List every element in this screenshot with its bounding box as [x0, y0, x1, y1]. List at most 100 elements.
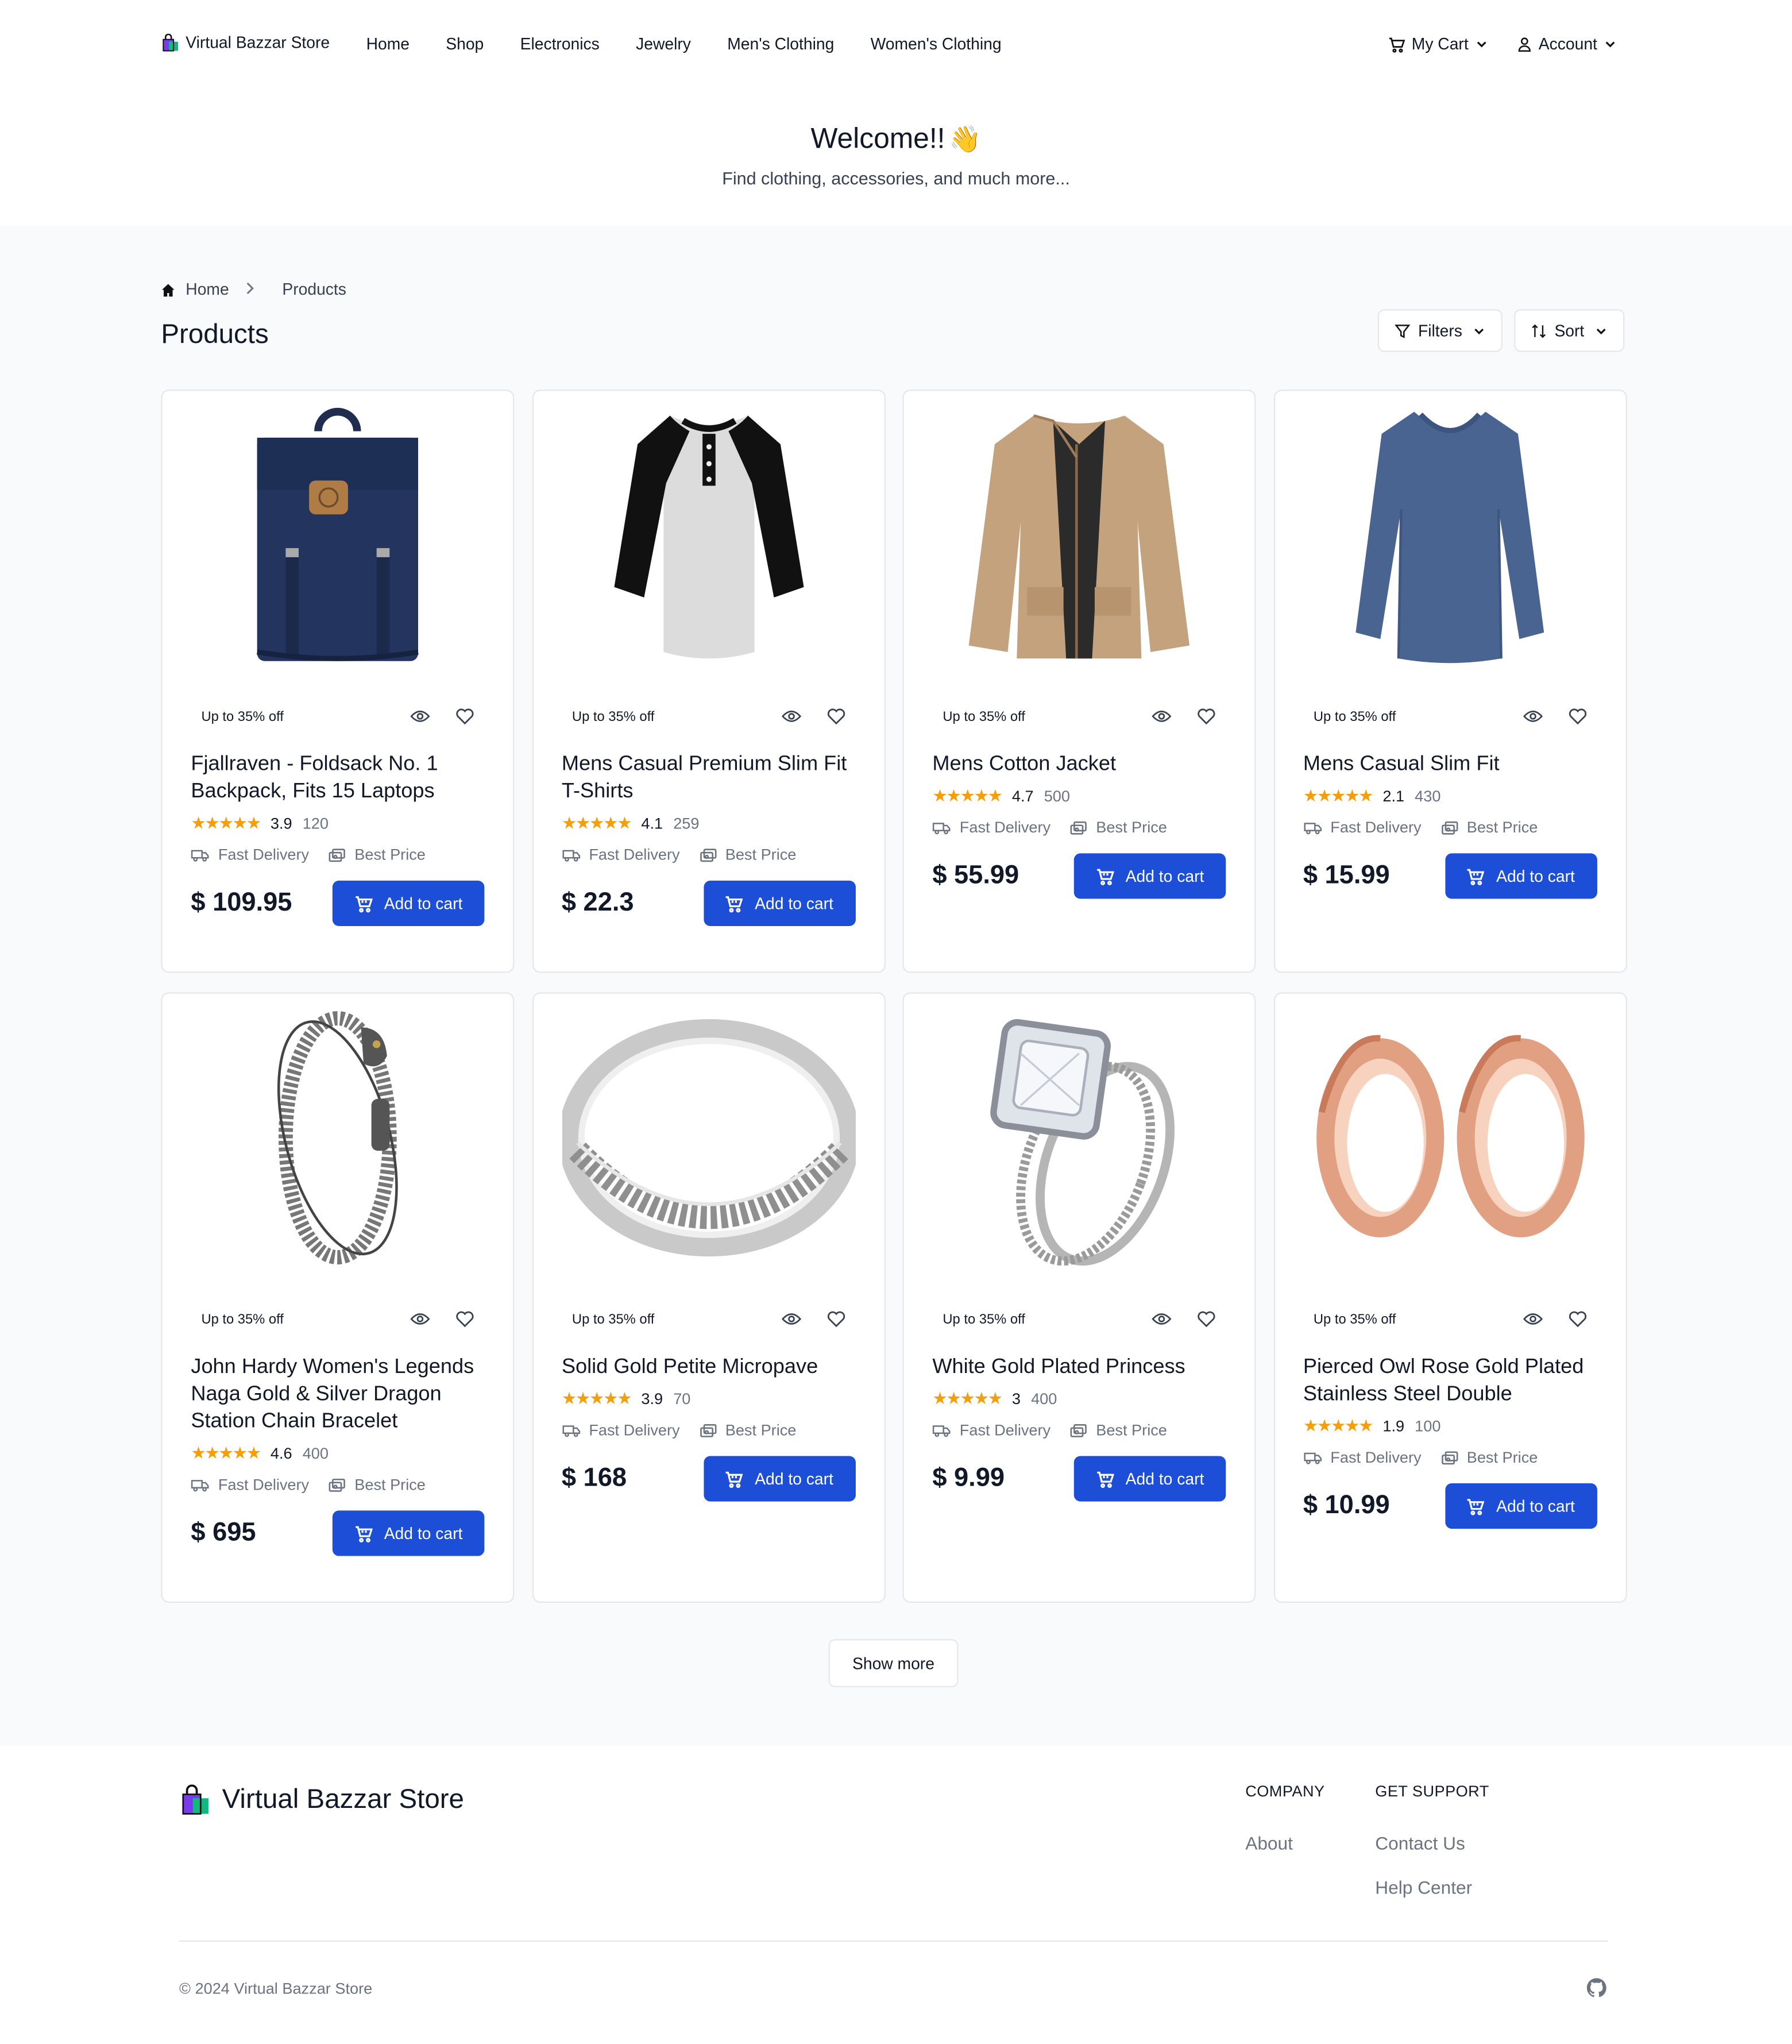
eye-icon[interactable]	[410, 1312, 430, 1326]
heart-icon[interactable]	[456, 708, 474, 725]
product-rating: ★★★★★ 4.6 400	[191, 1443, 484, 1464]
star-rating-icon: ★★★★★	[191, 1443, 261, 1463]
heart-icon[interactable]	[456, 1310, 474, 1328]
truck-icon	[1303, 1452, 1321, 1464]
footer-support-column: GET SUPPORT Contact Us Help Center	[1375, 1782, 1489, 1921]
product-image[interactable]	[561, 994, 855, 1282]
truck-icon	[191, 1479, 209, 1491]
cart-menu-button[interactable]: My Cart	[1388, 35, 1488, 53]
best-price-label: Best Price	[725, 845, 797, 864]
footer-link-about[interactable]: About	[1245, 1833, 1324, 1853]
product-card[interactable]: Up to 35% off Fjallraven - Foldsack No. …	[161, 389, 515, 973]
nav-link-home[interactable]: Home	[366, 35, 410, 53]
add-to-cart-button[interactable]: Add to cart	[703, 1456, 855, 1502]
add-to-cart-label: Add to cart	[755, 894, 833, 913]
fast-delivery-label: Fast Delivery	[218, 845, 310, 864]
heart-icon[interactable]	[1568, 1310, 1586, 1328]
product-card[interactable]: Up to 35% off John Hardy Women's Legends…	[161, 992, 515, 1603]
footer-brand[interactable]: Virtual Bazzar Store	[179, 1784, 464, 1815]
add-to-cart-button[interactable]: Add to cart	[1073, 1456, 1226, 1502]
price-tag-icon	[1070, 1423, 1087, 1437]
star-rating-icon: ★★★★★	[932, 785, 1003, 805]
product-title[interactable]: Solid Gold Petite Micropave	[562, 1353, 855, 1380]
product-title[interactable]: John Hardy Women's Legends Naga Gold & S…	[191, 1353, 484, 1435]
rating-value: 2.1	[1382, 787, 1405, 805]
heart-icon[interactable]	[1568, 708, 1586, 725]
star-rating-icon: ★★★★★	[561, 813, 632, 833]
add-to-cart-button[interactable]: Add to cart	[332, 880, 485, 927]
rating-count: 400	[1031, 1390, 1057, 1408]
product-title[interactable]: Mens Cotton Jacket	[932, 751, 1226, 778]
eye-icon[interactable]	[1522, 709, 1542, 723]
eye-icon[interactable]	[781, 709, 801, 723]
footer-link-contact[interactable]: Contact Us	[1375, 1833, 1489, 1853]
product-title[interactable]: White Gold Plated Princess	[932, 1353, 1226, 1380]
product-image[interactable]	[932, 391, 1226, 680]
product-image[interactable]	[191, 994, 484, 1282]
rating-count: 430	[1415, 787, 1441, 805]
add-to-cart-button[interactable]: Add to cart	[1445, 853, 1597, 899]
product-image[interactable]	[932, 994, 1226, 1282]
product-title[interactable]: Mens Casual Premium Slim Fit T-Shirts	[562, 751, 855, 805]
add-to-cart-label: Add to cart	[384, 1524, 463, 1542]
truck-icon	[932, 1425, 951, 1437]
star-rating-icon: ★★★★★	[1303, 1416, 1374, 1436]
product-rating: ★★★★★ 4.1 259	[562, 813, 855, 834]
star-rating-icon: ★★★★★	[932, 1388, 1003, 1408]
fast-delivery-label: Fast Delivery	[218, 1475, 310, 1494]
sort-icon	[1532, 323, 1546, 338]
breadcrumb-home[interactable]: Home	[186, 280, 229, 299]
eye-icon[interactable]	[410, 709, 430, 723]
add-to-cart-label: Add to cart	[1125, 1470, 1204, 1488]
eye-icon[interactable]	[1152, 1312, 1172, 1326]
nav-link-electronics[interactable]: Electronics	[520, 35, 600, 53]
price-tag-icon	[700, 1423, 716, 1437]
hero-subtitle: Find clothing, accessories, and much mor…	[722, 168, 1070, 188]
product-image[interactable]	[1303, 994, 1597, 1282]
add-to-cart-label: Add to cart	[1125, 867, 1204, 885]
add-to-cart-button[interactable]: Add to cart	[1073, 853, 1226, 899]
product-card[interactable]: Up to 35% off Mens Cotton Jacket ★★★★★ 4…	[902, 389, 1256, 973]
eye-icon[interactable]	[1152, 709, 1172, 723]
account-menu-button[interactable]: Account	[1516, 35, 1616, 53]
nav-link-womens-clothing[interactable]: Women's Clothing	[871, 35, 1002, 53]
rating-value: 4.1	[641, 814, 663, 833]
cart-icon	[1389, 37, 1405, 52]
github-icon[interactable]	[1586, 1978, 1606, 1997]
nav-link-jewelry[interactable]: Jewelry	[636, 35, 691, 53]
nav-link-shop[interactable]: Shop	[446, 35, 484, 53]
discount-badge: Up to 35% off	[571, 708, 655, 724]
product-card[interactable]: Up to 35% off Pierced Owl Rose Gold Plat…	[1273, 992, 1627, 1603]
eye-icon[interactable]	[1522, 1312, 1542, 1326]
heart-icon[interactable]	[1198, 1310, 1216, 1328]
heart-icon[interactable]	[827, 708, 845, 725]
product-card[interactable]: Up to 35% off Mens Casual Slim Fit ★★★★★…	[1273, 389, 1627, 973]
eye-icon[interactable]	[781, 1312, 801, 1326]
product-rating: ★★★★★ 3.9 120	[191, 813, 484, 834]
heart-icon[interactable]	[1198, 708, 1216, 725]
product-title[interactable]: Pierced Owl Rose Gold Plated Stainless S…	[1303, 1353, 1597, 1408]
product-card[interactable]: Up to 35% off Solid Gold Petite Micropav…	[531, 992, 885, 1603]
filters-button[interactable]: Filters	[1377, 309, 1503, 352]
product-card[interactable]: Up to 35% off White Gold Plated Princess…	[902, 992, 1256, 1603]
product-image[interactable]	[562, 391, 855, 680]
add-to-cart-button[interactable]: Add to cart	[1445, 1483, 1597, 1529]
brand-link[interactable]: Virtual Bazzar Store	[161, 33, 330, 52]
add-to-cart-button[interactable]: Add to cart	[703, 880, 855, 927]
product-title[interactable]: Fjallraven - Foldsack No. 1 Backpack, Fi…	[191, 751, 484, 805]
fast-delivery-label: Fast Delivery	[1330, 818, 1422, 837]
add-to-cart-button[interactable]: Add to cart	[332, 1510, 485, 1556]
rating-value: 3.9	[270, 814, 292, 833]
nav-link-mens-clothing[interactable]: Men's Clothing	[727, 35, 834, 53]
cart-icon	[355, 896, 373, 912]
product-card[interactable]: Up to 35% off Mens Casual Premium Slim F…	[531, 389, 885, 973]
account-label: Account	[1538, 35, 1597, 53]
rating-count: 400	[302, 1444, 329, 1463]
show-more-button[interactable]: Show more	[828, 1639, 959, 1687]
sort-button[interactable]: Sort	[1514, 309, 1625, 352]
product-image[interactable]	[1303, 391, 1597, 680]
product-title[interactable]: Mens Casual Slim Fit	[1303, 751, 1597, 778]
footer-link-help-center[interactable]: Help Center	[1375, 1877, 1489, 1898]
product-image[interactable]	[191, 391, 484, 680]
heart-icon[interactable]	[827, 1310, 845, 1328]
